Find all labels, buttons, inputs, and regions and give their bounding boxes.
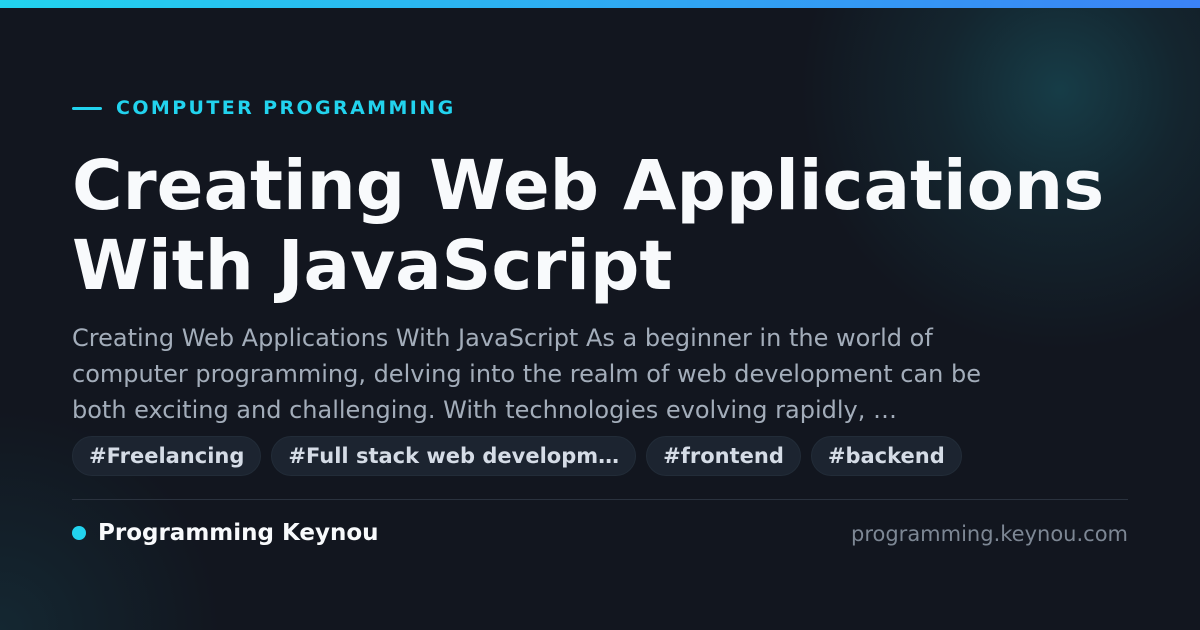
brand-name: Programming Keynou (98, 520, 379, 546)
category-label: COMPUTER PROGRAMMING (116, 97, 456, 119)
title-line-2: With JavaScript (72, 226, 673, 306)
brand: Programming Keynou (72, 518, 379, 548)
title-line-1: Creating Web Applications (72, 146, 1105, 226)
tag-list: #Freelancing #Full stack web developm… #… (72, 436, 962, 476)
article-excerpt: Creating Web Applications With JavaScrip… (72, 320, 1132, 428)
social-card: COMPUTER PROGRAMMING Creating Web Applic… (0, 0, 1200, 630)
excerpt-line-3: both exciting and challenging. With tech… (72, 396, 897, 424)
tag-backend[interactable]: #backend (810, 436, 962, 476)
tag-full-stack[interactable]: #Full stack web developm… (271, 436, 637, 476)
site-domain: programming.keynou.com (851, 522, 1128, 546)
excerpt-line-1: Creating Web Applications With JavaScrip… (72, 324, 933, 352)
tag-freelancing[interactable]: #Freelancing (72, 436, 262, 476)
category-eyebrow: COMPUTER PROGRAMMING (72, 96, 456, 120)
excerpt-line-2: computer programming, delving into the r… (72, 360, 981, 388)
brand-dot-icon (72, 526, 86, 540)
tag-frontend[interactable]: #frontend (646, 436, 801, 476)
page-title: Creating Web Applications With JavaScrip… (72, 146, 1152, 306)
eyebrow-dash-icon (72, 106, 102, 110)
accent-top-bar (0, 0, 1200, 8)
footer-divider (72, 499, 1128, 500)
